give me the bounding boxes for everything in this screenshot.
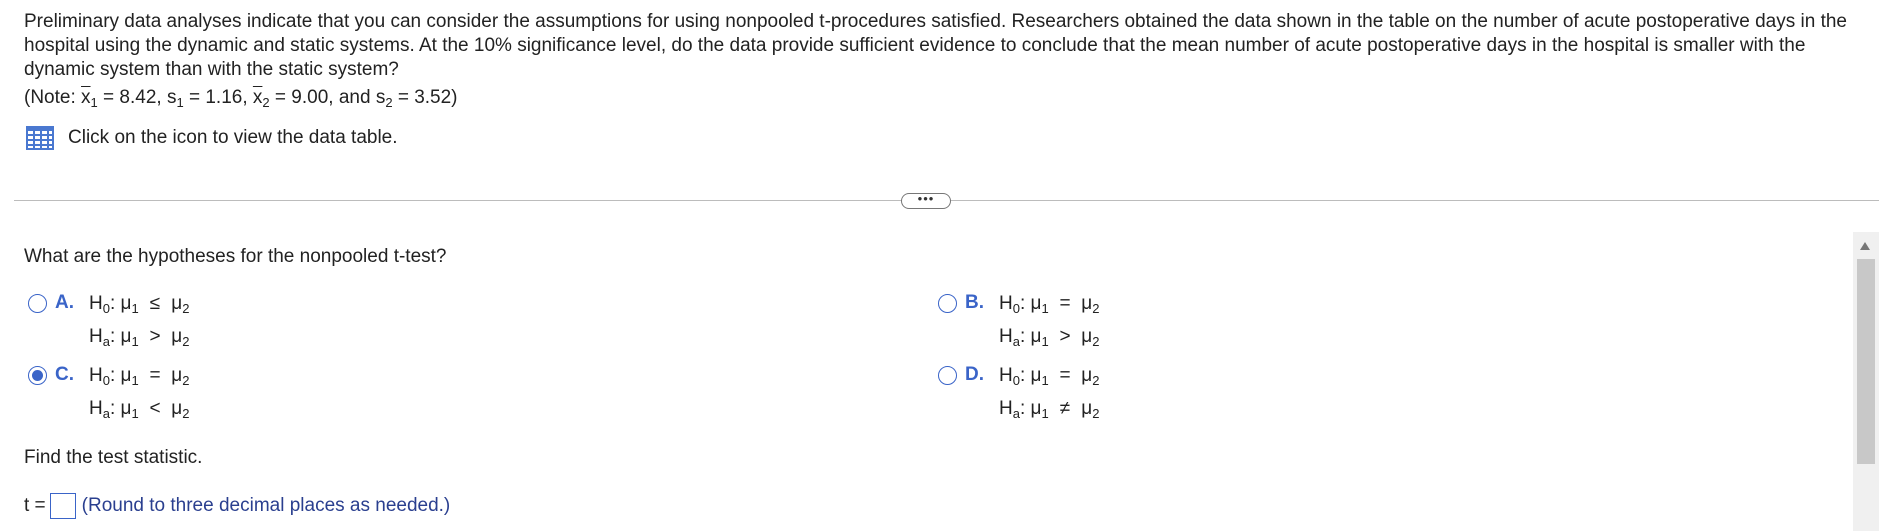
question-paragraph: Preliminary data analyses indicate that … [24,11,1847,80]
vertical-scrollbar[interactable] [1853,232,1879,531]
option-a[interactable]: A. H0: μ1 ≤ μ2 Ha: μ1 > μ2 [28,292,189,353]
option-letter: D. [965,364,984,385]
hypotheses-c: H0: μ1 = μ2 Ha: μ1 < μ2 [89,365,190,421]
option-letter: C. [55,364,74,385]
test-statistic-input[interactable] [49,493,76,519]
radio-selected-dot [32,370,43,381]
view-table-text: Click on the icon to view the data table… [68,127,398,148]
radio-c[interactable] [28,366,47,385]
hypotheses-b: H0: μ1 = μ2 Ha: μ1 > μ2 [999,293,1100,349]
radio-a[interactable] [28,294,47,313]
radio-b[interactable] [938,294,957,313]
scroll-up-arrow-icon[interactable] [1860,242,1870,250]
s2-symbol: s [375,87,386,108]
scroll-thumb[interactable] [1857,259,1875,464]
test-statistic-prompt: Find the test statistic. [24,447,203,468]
question-text: Preliminary data analyses indicate that … [24,10,1864,82]
hypotheses-prompt: What are the hypotheses for the nonpoole… [24,246,447,267]
option-d[interactable]: D. H0: μ1 = μ2 Ha: μ1 ≠ μ2 [938,364,1099,425]
option-letter: B. [965,292,984,313]
option-b[interactable]: B. H0: μ1 = μ2 Ha: μ1 > μ2 [938,292,1099,353]
hypotheses-d: H0: μ1 = μ2 Ha: μ1 ≠ μ2 [999,365,1100,421]
table-grid-icon[interactable] [26,126,54,150]
hypotheses-a: H0: μ1 ≤ μ2 Ha: μ1 > μ2 [89,293,190,349]
rounding-hint: (Round to three decimal places as needed… [81,495,451,516]
x2-symbol: x [252,87,263,108]
answer-row: t = (Round to three decimal places as ne… [24,493,450,519]
x1-symbol: x [81,87,91,108]
view-data-table: Click on the icon to view the data table… [26,126,398,150]
answer-label: t = [24,495,46,516]
option-c[interactable]: C. H0: μ1 = μ2 Ha: μ1 < μ2 [28,364,189,425]
more-button[interactable]: ••• [901,192,951,209]
option-letter: A. [55,292,74,313]
note-line: (Note: x1 = 8.42, s1 = 1.16, x2 = 9.00, … [24,87,458,110]
radio-d[interactable] [938,366,957,385]
